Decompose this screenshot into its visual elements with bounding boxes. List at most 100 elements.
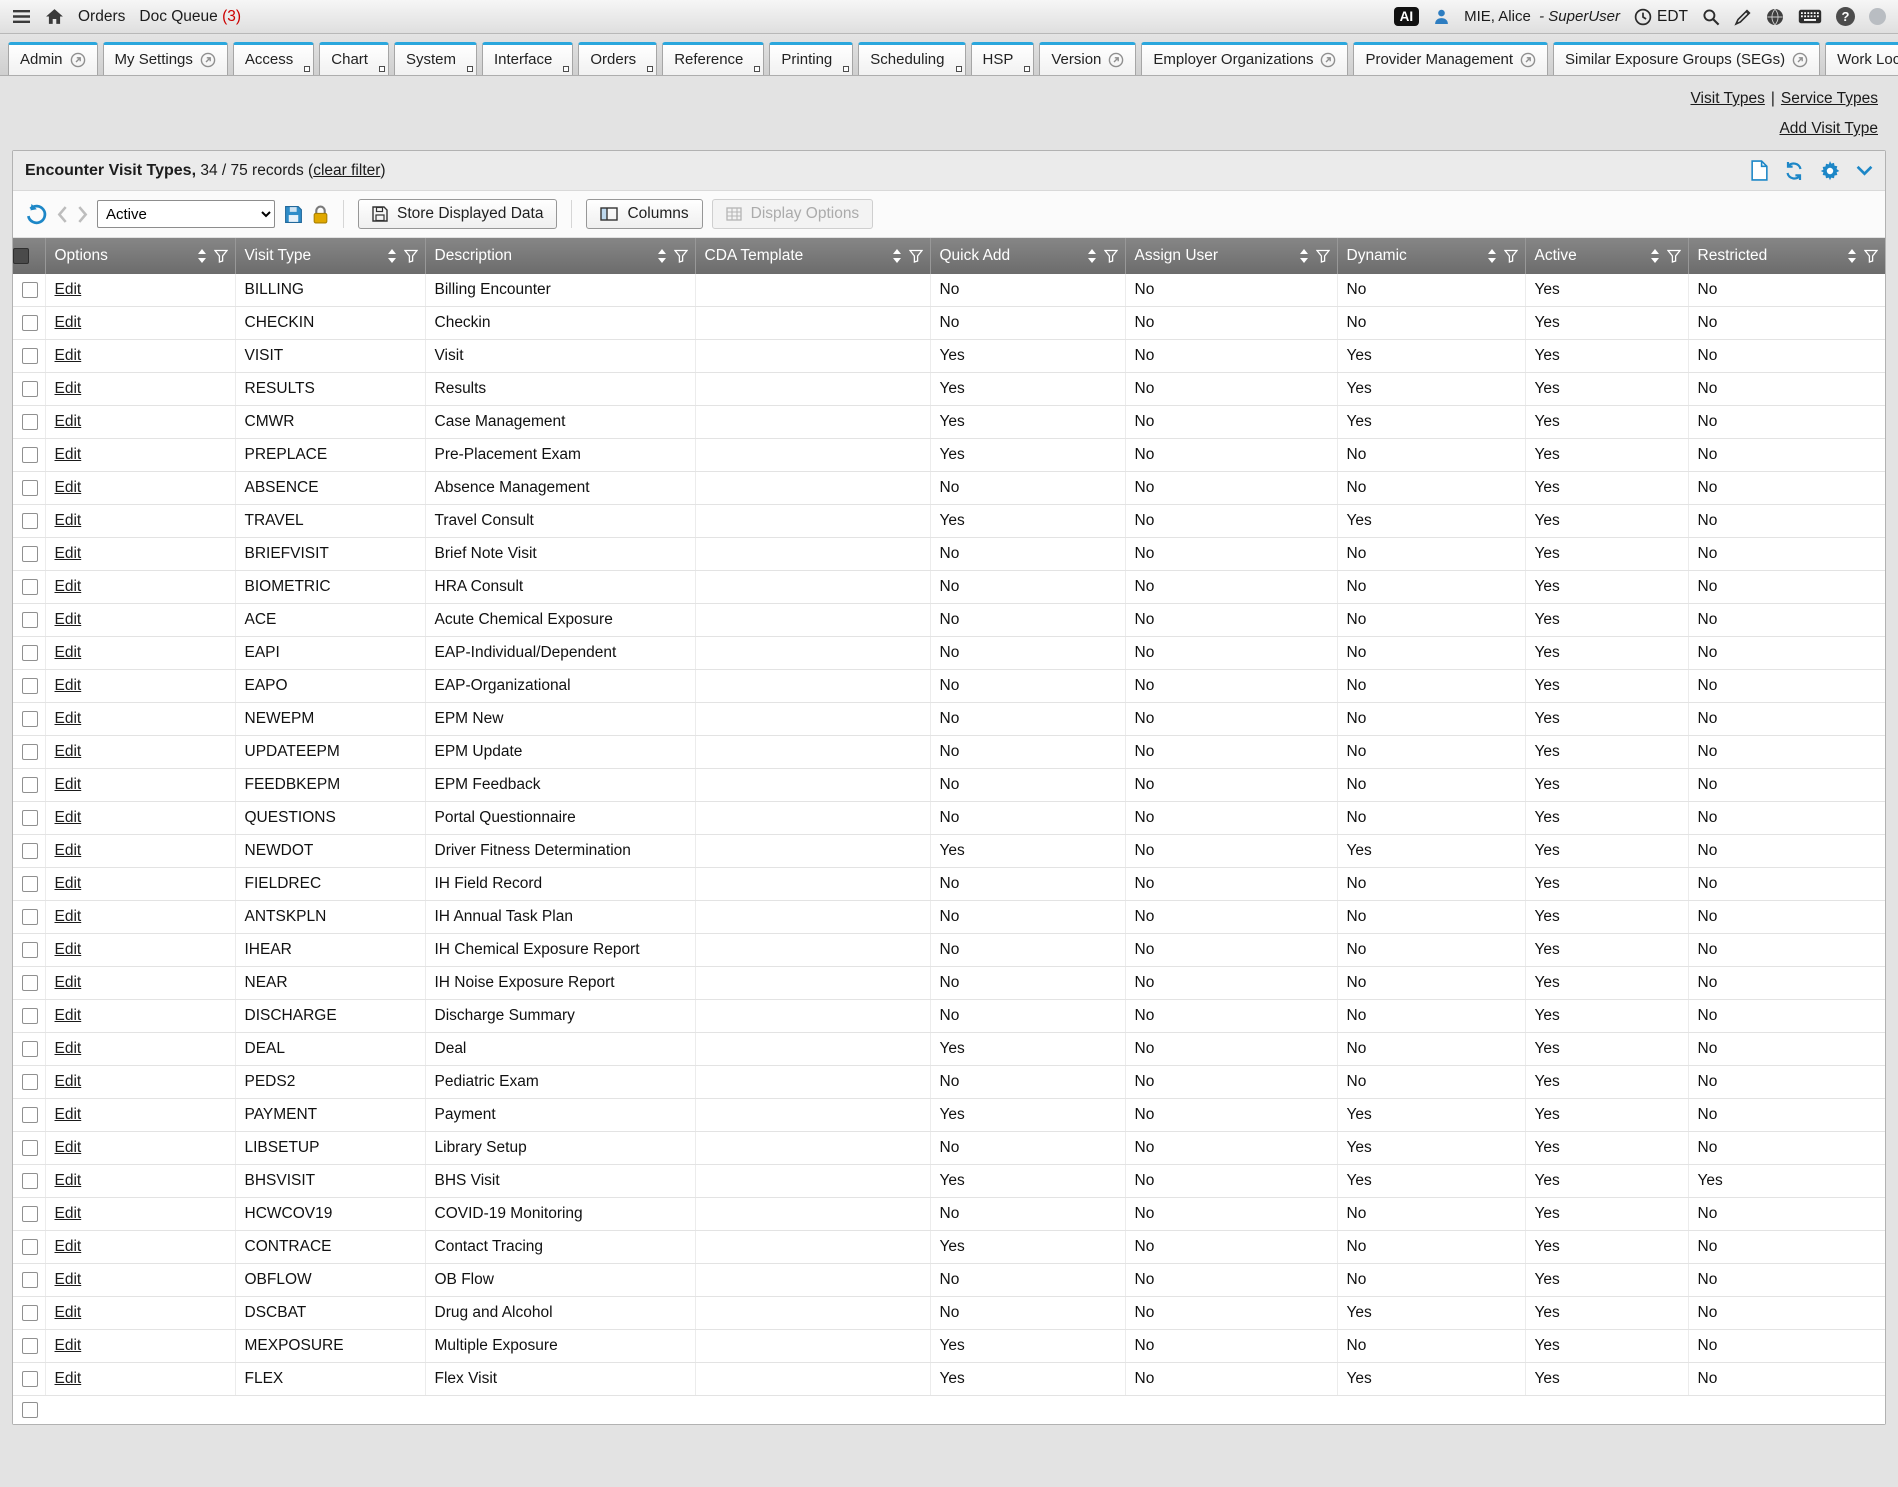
search-icon[interactable]: [1702, 8, 1720, 26]
sort-icon[interactable]: [1087, 249, 1097, 263]
visit-types-link[interactable]: Visit Types: [1691, 90, 1765, 107]
sort-icon[interactable]: [1487, 249, 1497, 263]
row-checkbox[interactable]: [22, 1305, 38, 1321]
column-header-options[interactable]: Options: [45, 238, 235, 274]
keyboard-icon[interactable]: [1798, 9, 1822, 24]
doc-queue-link[interactable]: Doc Queue (3): [139, 8, 241, 26]
column-header-cda-template[interactable]: CDA Template: [695, 238, 930, 274]
row-checkbox[interactable]: [22, 513, 38, 529]
column-header-dynamic[interactable]: Dynamic: [1337, 238, 1525, 274]
filter-select[interactable]: Active: [97, 200, 275, 228]
orders-topbar-link[interactable]: Orders: [78, 8, 125, 26]
edit-link[interactable]: Edit: [55, 1370, 82, 1387]
row-checkbox[interactable]: [22, 612, 38, 628]
edit-link[interactable]: Edit: [55, 908, 82, 925]
edit-link[interactable]: Edit: [55, 545, 82, 562]
row-checkbox[interactable]: [22, 975, 38, 991]
gear-icon[interactable]: [1820, 161, 1840, 181]
row-checkbox[interactable]: [22, 546, 38, 562]
select-all-checkbox[interactable]: [13, 248, 29, 264]
column-header-visit-type[interactable]: Visit Type: [235, 238, 425, 274]
tab-system[interactable]: System: [394, 42, 477, 75]
row-checkbox[interactable]: [22, 678, 38, 694]
row-checkbox[interactable]: [22, 1173, 38, 1189]
row-checkbox[interactable]: [22, 1107, 38, 1123]
tab-admin[interactable]: Admin: [8, 42, 98, 75]
filter-icon[interactable]: [909, 249, 923, 263]
edit-link[interactable]: Edit: [55, 413, 82, 430]
edit-link[interactable]: Edit: [55, 1172, 82, 1189]
tab-orders[interactable]: Orders: [578, 42, 657, 75]
filter-icon[interactable]: [404, 249, 418, 263]
row-checkbox[interactable]: [22, 711, 38, 727]
chevron-down-icon[interactable]: [1856, 165, 1873, 176]
filter-icon[interactable]: [214, 249, 228, 263]
row-checkbox[interactable]: [22, 381, 38, 397]
row-checkbox[interactable]: [22, 315, 38, 331]
edit-link[interactable]: Edit: [55, 1238, 82, 1255]
row-checkbox[interactable]: [22, 1338, 38, 1354]
ai-badge[interactable]: AI: [1394, 7, 1420, 26]
edit-link[interactable]: Edit: [55, 314, 82, 331]
back-icon[interactable]: [57, 206, 68, 223]
globe-icon[interactable]: [1766, 8, 1784, 26]
column-header-assign-user[interactable]: Assign User: [1125, 238, 1337, 274]
row-checkbox[interactable]: [22, 1140, 38, 1156]
edit-link[interactable]: Edit: [55, 875, 82, 892]
tab-chart[interactable]: Chart: [319, 42, 389, 75]
tab-my-settings[interactable]: My Settings: [103, 42, 228, 75]
filter-icon[interactable]: [1864, 249, 1878, 263]
row-checkbox[interactable]: [22, 777, 38, 793]
tab-reference[interactable]: Reference: [662, 42, 764, 75]
row-checkbox[interactable]: [22, 282, 38, 298]
clear-filter-link[interactable]: clear filter: [313, 162, 380, 179]
row-checkbox[interactable]: [22, 348, 38, 364]
sort-icon[interactable]: [1650, 249, 1660, 263]
row-checkbox[interactable]: [22, 1074, 38, 1090]
edit-link[interactable]: Edit: [55, 974, 82, 991]
row-checkbox[interactable]: [22, 645, 38, 661]
row-checkbox[interactable]: [22, 876, 38, 892]
row-checkbox[interactable]: [22, 480, 38, 496]
tab-scheduling[interactable]: Scheduling: [858, 42, 965, 75]
edit-link[interactable]: Edit: [55, 743, 82, 760]
column-header-restricted[interactable]: Restricted: [1688, 238, 1885, 274]
row-checkbox[interactable]: [22, 1008, 38, 1024]
lock-icon[interactable]: [312, 205, 329, 224]
tab-provider-management[interactable]: Provider Management: [1353, 42, 1548, 75]
edit-link[interactable]: Edit: [55, 710, 82, 727]
home-icon[interactable]: [45, 8, 64, 25]
row-checkbox[interactable]: [22, 1371, 38, 1387]
tab-access[interactable]: Access: [233, 42, 314, 75]
edit-link[interactable]: Edit: [55, 842, 82, 859]
tab-work-locations[interactable]: Work Locations: [1825, 42, 1898, 75]
column-header-quick-add[interactable]: Quick Add: [930, 238, 1125, 274]
sort-icon[interactable]: [197, 249, 207, 263]
store-displayed-data-button[interactable]: Store Displayed Data: [358, 199, 557, 229]
row-checkbox[interactable]: [22, 1272, 38, 1288]
edit-link[interactable]: Edit: [55, 1073, 82, 1090]
edit-link[interactable]: Edit: [55, 677, 82, 694]
timezone-indicator[interactable]: EDT: [1634, 8, 1688, 26]
row-checkbox[interactable]: [22, 414, 38, 430]
filter-icon[interactable]: [1104, 249, 1118, 263]
row-checkbox[interactable]: [22, 1041, 38, 1057]
column-header-active[interactable]: Active: [1525, 238, 1688, 274]
column-header-description[interactable]: Description: [425, 238, 695, 274]
edit-link[interactable]: Edit: [55, 1205, 82, 1222]
service-types-link[interactable]: Service Types: [1781, 90, 1878, 107]
sort-icon[interactable]: [387, 249, 397, 263]
edit-link[interactable]: Edit: [55, 1271, 82, 1288]
filter-icon[interactable]: [674, 249, 688, 263]
save-icon[interactable]: [284, 205, 303, 224]
filter-icon[interactable]: [1504, 249, 1518, 263]
row-checkbox[interactable]: [22, 843, 38, 859]
edit-link[interactable]: Edit: [55, 578, 82, 595]
row-checkbox[interactable]: [22, 447, 38, 463]
help-icon[interactable]: [1836, 7, 1855, 26]
footer-checkbox[interactable]: [22, 1402, 38, 1418]
edit-link[interactable]: Edit: [55, 644, 82, 661]
row-checkbox[interactable]: [22, 942, 38, 958]
tab-similar-exposure-groups-segs[interactable]: Similar Exposure Groups (SEGs): [1553, 42, 1820, 75]
refresh-icon[interactable]: [1784, 161, 1804, 181]
